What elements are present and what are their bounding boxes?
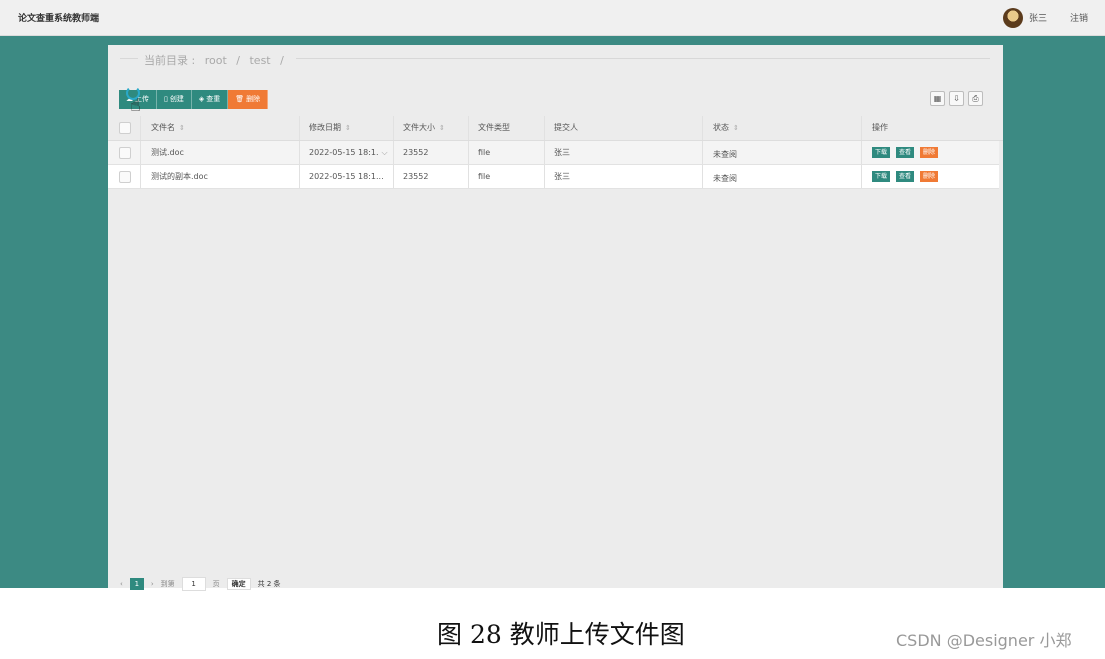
breadcrumb-test[interactable]: test xyxy=(249,54,270,67)
header-submitter: 提交人 xyxy=(544,116,702,140)
columns-icon[interactable]: ▦ xyxy=(930,91,945,106)
row-checkbox-cell xyxy=(108,141,140,164)
pagination: ‹ 1 › 到第 1 页 确定 共 2 条 xyxy=(120,577,281,591)
sort-icon: ⇕ xyxy=(733,124,739,132)
row-delete-button[interactable]: 删除 xyxy=(920,171,939,182)
header-name-label: 文件名 xyxy=(151,123,175,132)
delete-button[interactable]: 🗑 删除 xyxy=(228,90,269,109)
layers-icon: ◈ xyxy=(198,95,205,103)
avatar[interactable] xyxy=(1003,8,1023,28)
file-panel: 当前目录 : root / test / ☁ 上传 ▯ 创建 ◈ 查重 🗑 删除 ▦ ⇩… xyxy=(108,45,1003,591)
goto-label: 到第 xyxy=(160,580,175,588)
create-label: 创建 xyxy=(169,95,184,103)
file-size: 23552 xyxy=(393,141,468,164)
review-button[interactable]: ◈ 查重 xyxy=(191,90,229,109)
breadcrumb-separator: / xyxy=(236,54,240,67)
header-checkbox-cell xyxy=(108,116,140,140)
top-bar: 论文查重系统教师端 张三 注销 xyxy=(0,0,1105,36)
header-type-label: 文件类型 xyxy=(478,123,510,132)
breadcrumb: 当前目录 : root / test / xyxy=(138,52,296,68)
table-header: 文件名 ⇕ 修改日期 ⇕ 文件大小 ⇕ 文件类型 提交人 状态 ⇕ 操作 xyxy=(108,116,1003,141)
header-actions-label: 操作 xyxy=(872,123,888,132)
delete-label: 删除 xyxy=(246,95,261,103)
trash-icon: 🗑 xyxy=(235,95,245,103)
view-button[interactable]: 查看 xyxy=(896,171,915,182)
file-type: file xyxy=(468,165,544,188)
row-actions: 下载 查看 删除 xyxy=(861,141,999,164)
status: 未查阅 xyxy=(702,141,861,164)
print-icon[interactable]: ⎙ xyxy=(968,91,983,106)
row-actions: 下载 查看 删除 xyxy=(861,165,999,188)
header-date[interactable]: 修改日期 ⇕ xyxy=(299,116,393,140)
status: 未查阅 xyxy=(702,165,861,188)
header-type: 文件类型 xyxy=(468,116,544,140)
next-page-button[interactable]: › xyxy=(151,580,154,588)
file-name[interactable]: 测试的副本.doc xyxy=(140,165,299,188)
export-icon[interactable]: ⇩ xyxy=(949,91,964,106)
file-name[interactable]: 测试.doc xyxy=(140,141,299,164)
header-status-label: 状态 xyxy=(713,123,729,132)
header-status[interactable]: 状态 ⇕ xyxy=(702,116,861,140)
logout-link[interactable]: 注销 xyxy=(1070,11,1088,24)
current-page[interactable]: 1 xyxy=(129,578,144,590)
header-actions: 操作 xyxy=(861,116,999,140)
total-count: 共 2 条 xyxy=(257,580,281,588)
table-row[interactable]: 测试的副本.doc 2022-05-15 18:1... 23552 file … xyxy=(108,165,999,189)
row-delete-button[interactable]: 删除 xyxy=(920,147,939,158)
row-checkbox[interactable] xyxy=(119,147,131,159)
watermark: CSDN @Designer 小郑 xyxy=(896,631,1072,650)
app-title: 论文查重系统教师端 xyxy=(18,14,100,24)
create-button[interactable]: ▯ 创建 xyxy=(157,90,192,109)
confirm-button[interactable]: 确定 xyxy=(226,578,251,590)
modified-date: 2022-05-15 18:1. ⌵ xyxy=(299,141,393,164)
breadcrumb-label: 当前目录 : xyxy=(144,54,196,67)
download-button[interactable]: 下载 xyxy=(872,171,891,182)
row-checkbox[interactable] xyxy=(119,171,131,183)
download-button[interactable]: 下载 xyxy=(872,147,891,158)
file-icon: ▯ xyxy=(164,95,168,103)
header-size[interactable]: 文件大小 ⇕ xyxy=(393,116,468,140)
user-name[interactable]: 张三 xyxy=(1029,11,1047,24)
chevron-down-icon: ⌵ xyxy=(381,148,388,157)
header-name[interactable]: 文件名 ⇕ xyxy=(140,116,299,140)
sort-icon: ⇕ xyxy=(439,124,445,132)
modified-date: 2022-05-15 18:1... xyxy=(299,165,393,188)
hand-cursor-icon: ☝ xyxy=(130,95,141,116)
submitter: 张三 xyxy=(544,141,702,164)
review-label: 查重 xyxy=(206,95,221,103)
modified-date-text: 2022-05-15 18:1. xyxy=(309,148,379,157)
header-submitter-label: 提交人 xyxy=(554,123,578,132)
breadcrumb-separator: / xyxy=(280,54,284,67)
sort-icon: ⇕ xyxy=(179,124,185,132)
header-date-label: 修改日期 xyxy=(309,123,341,132)
row-checkbox-cell xyxy=(108,165,140,188)
header-size-label: 文件大小 xyxy=(403,123,435,132)
sort-icon: ⇕ xyxy=(345,124,351,132)
breadcrumb-root[interactable]: root xyxy=(205,54,227,67)
figure-caption: 图 28 教师上传文件图 xyxy=(437,620,685,649)
prev-page-button[interactable]: ‹ xyxy=(120,580,123,588)
table-row[interactable]: 测试.doc 2022-05-15 18:1. ⌵ 23552 file 张三 未… xyxy=(108,141,999,165)
file-type: file xyxy=(468,141,544,164)
select-all-checkbox[interactable] xyxy=(119,122,131,134)
view-button[interactable]: 查看 xyxy=(896,147,915,158)
page-input[interactable]: 1 xyxy=(181,577,206,591)
file-size: 23552 xyxy=(393,165,468,188)
toolbar: ☁ 上传 ▯ 创建 ◈ 查重 🗑 删除 xyxy=(119,90,269,109)
table-tools: ▦ ⇩ ⎙ xyxy=(930,91,983,106)
page-unit-label: 页 xyxy=(212,580,220,588)
submitter: 张三 xyxy=(544,165,702,188)
